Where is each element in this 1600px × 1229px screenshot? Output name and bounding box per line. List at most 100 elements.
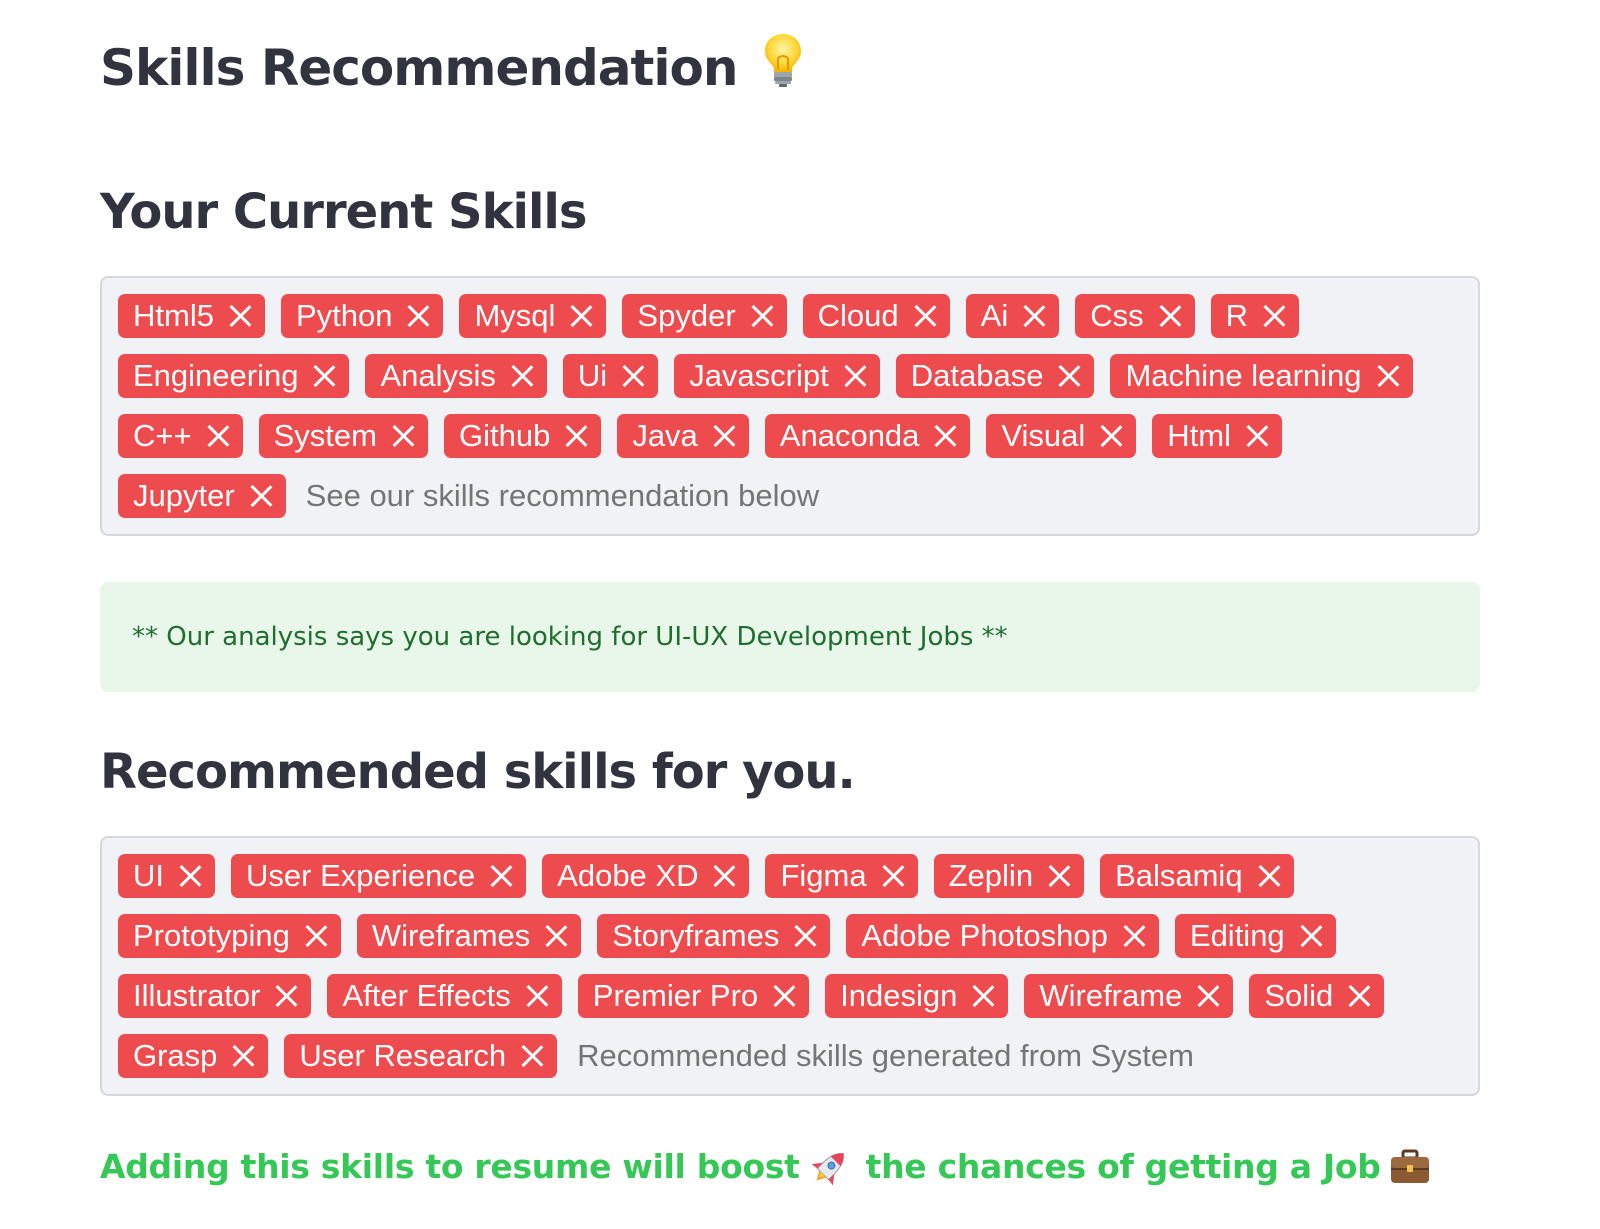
skill-tag-label: Database (910, 358, 1044, 393)
close-icon[interactable] (511, 365, 533, 387)
skill-tag[interactable]: Database (895, 354, 1095, 398)
skill-tag[interactable]: Premier Pro (577, 974, 810, 1018)
skill-tag-label: Ui (577, 358, 608, 393)
skill-tag[interactable]: Python (280, 294, 444, 338)
skill-tag[interactable]: Html (1152, 414, 1283, 458)
skill-tag[interactable]: Ai (965, 294, 1060, 338)
close-icon[interactable] (622, 365, 644, 387)
skill-tag[interactable]: Anaconda (764, 414, 971, 458)
close-icon[interactable] (1263, 305, 1285, 327)
skill-tag-label: Visual (1001, 418, 1086, 453)
close-icon[interactable] (1258, 865, 1280, 887)
close-icon[interactable] (1348, 985, 1370, 1007)
skill-tag[interactable]: System (258, 414, 428, 458)
skill-tag[interactable]: Javascript (674, 354, 880, 398)
skill-tag[interactable]: Analysis (365, 354, 547, 398)
skill-tag[interactable]: After Effects (327, 974, 562, 1018)
skill-tag[interactable]: Storyframes (597, 914, 831, 958)
close-icon[interactable] (313, 365, 335, 387)
close-icon[interactable] (1197, 985, 1219, 1007)
skill-tag[interactable]: Editing (1174, 914, 1336, 958)
skill-tag[interactable]: Balsamiq (1100, 854, 1294, 898)
skill-tag[interactable]: Html5 (118, 294, 265, 338)
close-icon[interactable] (794, 925, 816, 947)
close-icon[interactable] (565, 425, 587, 447)
close-icon[interactable] (545, 925, 567, 947)
close-icon[interactable] (207, 425, 229, 447)
skill-tag-label: System (273, 418, 377, 453)
close-icon[interactable] (521, 1045, 543, 1067)
close-icon[interactable] (526, 985, 548, 1007)
close-icon[interactable] (1058, 365, 1080, 387)
skill-tag[interactable]: Engineering (118, 354, 350, 398)
skills-input[interactable] (301, 474, 1464, 518)
skill-tag[interactable]: Wireframes (356, 914, 582, 958)
close-icon[interactable] (1159, 305, 1181, 327)
recommended-skills-multiselect[interactable]: UI User Experience Adobe XD Figma Zeplin Bals… (100, 836, 1480, 1096)
skill-tag[interactable]: Mysql (459, 294, 607, 338)
close-icon[interactable] (1123, 925, 1145, 947)
close-icon[interactable] (250, 485, 272, 507)
skill-tag[interactable]: Spyder (622, 294, 787, 338)
close-icon[interactable] (914, 305, 936, 327)
skill-tag[interactable]: Illustrator (118, 974, 312, 1018)
skill-tag-label: User Research (299, 1038, 507, 1073)
close-icon[interactable] (713, 865, 735, 887)
skill-tag[interactable]: Github (443, 414, 602, 458)
skill-tag[interactable]: Adobe Photoshop (846, 914, 1159, 958)
skill-tag[interactable]: Visual (986, 414, 1137, 458)
current-skills-multiselect[interactable]: Html5 Python Mysql Spyder Cloud Ai Css R Enginee… (100, 276, 1480, 536)
close-icon[interactable] (1100, 425, 1122, 447)
skill-tag-label: Github (458, 418, 551, 453)
close-icon[interactable] (844, 365, 866, 387)
skill-tag[interactable]: Adobe XD (542, 854, 750, 898)
close-icon[interactable] (972, 985, 994, 1007)
skill-tag-label: User Experience (246, 858, 476, 893)
skill-tag-label: Machine learning (1125, 358, 1362, 393)
close-icon[interactable] (179, 865, 201, 887)
skill-tag[interactable]: Solid (1249, 974, 1385, 1018)
skill-tag-label: Adobe Photoshop (861, 918, 1108, 953)
skill-tag-label: Spyder (637, 298, 736, 333)
skill-tag[interactable]: Jupyter (118, 474, 286, 518)
close-icon[interactable] (1377, 365, 1399, 387)
close-icon[interactable] (773, 985, 795, 1007)
close-icon[interactable] (232, 1045, 254, 1067)
skill-tag[interactable]: C++ (118, 414, 243, 458)
skill-tag[interactable]: Machine learning (1110, 354, 1413, 398)
close-icon[interactable] (392, 425, 414, 447)
close-icon[interactable] (1300, 925, 1322, 947)
close-icon[interactable] (713, 425, 735, 447)
skill-tag[interactable]: User Experience (231, 854, 527, 898)
close-icon[interactable] (275, 985, 297, 1007)
skill-tag-label: Zeplin (948, 858, 1034, 893)
close-icon[interactable] (751, 305, 773, 327)
skill-tag[interactable]: UI (118, 854, 215, 898)
skill-tag[interactable]: Grasp (118, 1034, 269, 1078)
skill-tag[interactable]: Indesign (825, 974, 1009, 1018)
close-icon[interactable] (407, 305, 429, 327)
skill-tag-label: Html5 (133, 298, 214, 333)
close-icon[interactable] (882, 865, 904, 887)
close-icon[interactable] (570, 305, 592, 327)
skill-tag[interactable]: Wireframe (1024, 974, 1234, 1018)
skill-tag[interactable]: Zeplin (933, 854, 1085, 898)
skill-tag-label: Css (1090, 298, 1144, 333)
close-icon[interactable] (934, 425, 956, 447)
skill-tag[interactable]: Prototyping (118, 914, 341, 958)
skill-tag[interactable]: Cloud (802, 294, 950, 338)
skill-tag[interactable]: Figma (765, 854, 918, 898)
skill-tag[interactable]: Java (617, 414, 749, 458)
skill-tag[interactable]: User Research (284, 1034, 558, 1078)
skill-tag[interactable]: Css (1075, 294, 1195, 338)
skill-tag[interactable]: Ui (562, 354, 659, 398)
close-icon[interactable] (305, 925, 327, 947)
skill-tag-label: Balsamiq (1115, 858, 1243, 893)
skills-input[interactable] (573, 1034, 1464, 1078)
close-icon[interactable] (229, 305, 251, 327)
close-icon[interactable] (1023, 305, 1045, 327)
close-icon[interactable] (1048, 865, 1070, 887)
close-icon[interactable] (490, 865, 512, 887)
skill-tag[interactable]: R (1210, 294, 1300, 338)
close-icon[interactable] (1246, 425, 1268, 447)
